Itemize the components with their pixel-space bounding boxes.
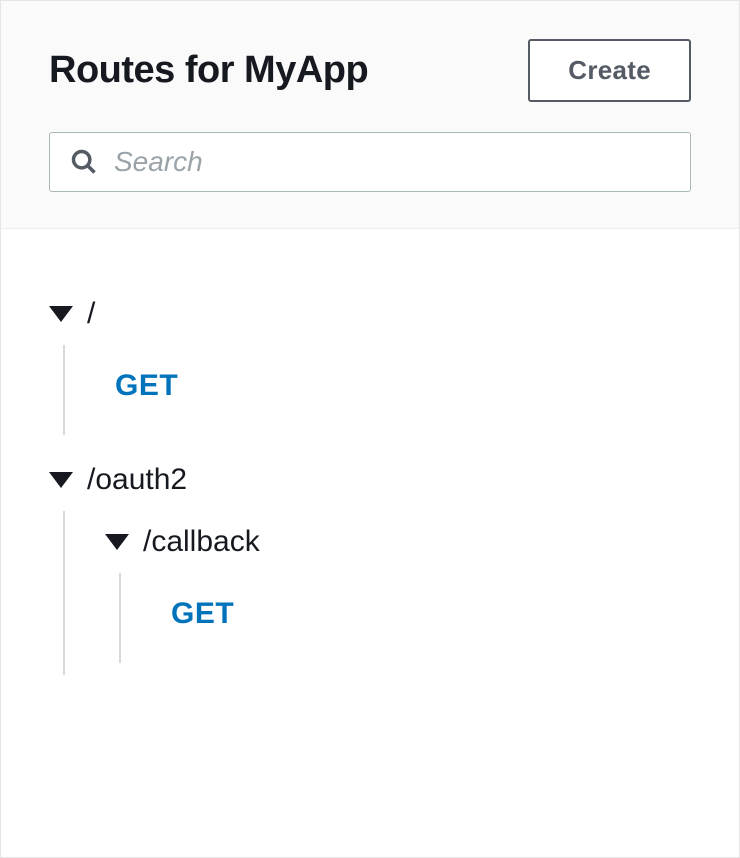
route-children: GET [63, 345, 691, 435]
route-path-label: /callback [143, 525, 260, 559]
search-icon [70, 148, 98, 176]
method-link[interactable]: GET [115, 369, 178, 402]
route-path-label: /oauth2 [87, 463, 187, 497]
caret-down-icon [49, 472, 73, 488]
search-input[interactable] [114, 146, 670, 178]
method-link[interactable]: GET [171, 597, 234, 630]
search-field[interactable] [49, 132, 691, 192]
route-row-oauth2[interactable]: /oauth2 [49, 453, 691, 507]
route-method-row[interactable]: GET [161, 577, 691, 651]
header-row: Routes for MyApp Create [49, 39, 691, 102]
route-row-callback[interactable]: /callback [105, 515, 691, 569]
panel-header: Routes for MyApp Create [1, 1, 739, 229]
route-children: GET [119, 573, 691, 663]
routes-tree: / GET /oauth2 [49, 287, 691, 675]
route-node: /oauth2 /callback GET [49, 453, 691, 675]
caret-down-icon [105, 534, 129, 550]
routes-panel: Routes for MyApp Create / [0, 0, 740, 858]
page-title: Routes for MyApp [49, 49, 368, 92]
route-row-root[interactable]: / [49, 287, 691, 341]
route-node: / GET [49, 287, 691, 435]
create-button[interactable]: Create [528, 39, 691, 102]
route-node: /callback GET [105, 515, 691, 663]
route-method-row[interactable]: GET [105, 349, 691, 423]
caret-down-icon [49, 306, 73, 322]
route-children: /callback GET [63, 511, 691, 675]
panel-body: / GET /oauth2 [1, 229, 739, 733]
route-path-label: / [87, 297, 95, 331]
